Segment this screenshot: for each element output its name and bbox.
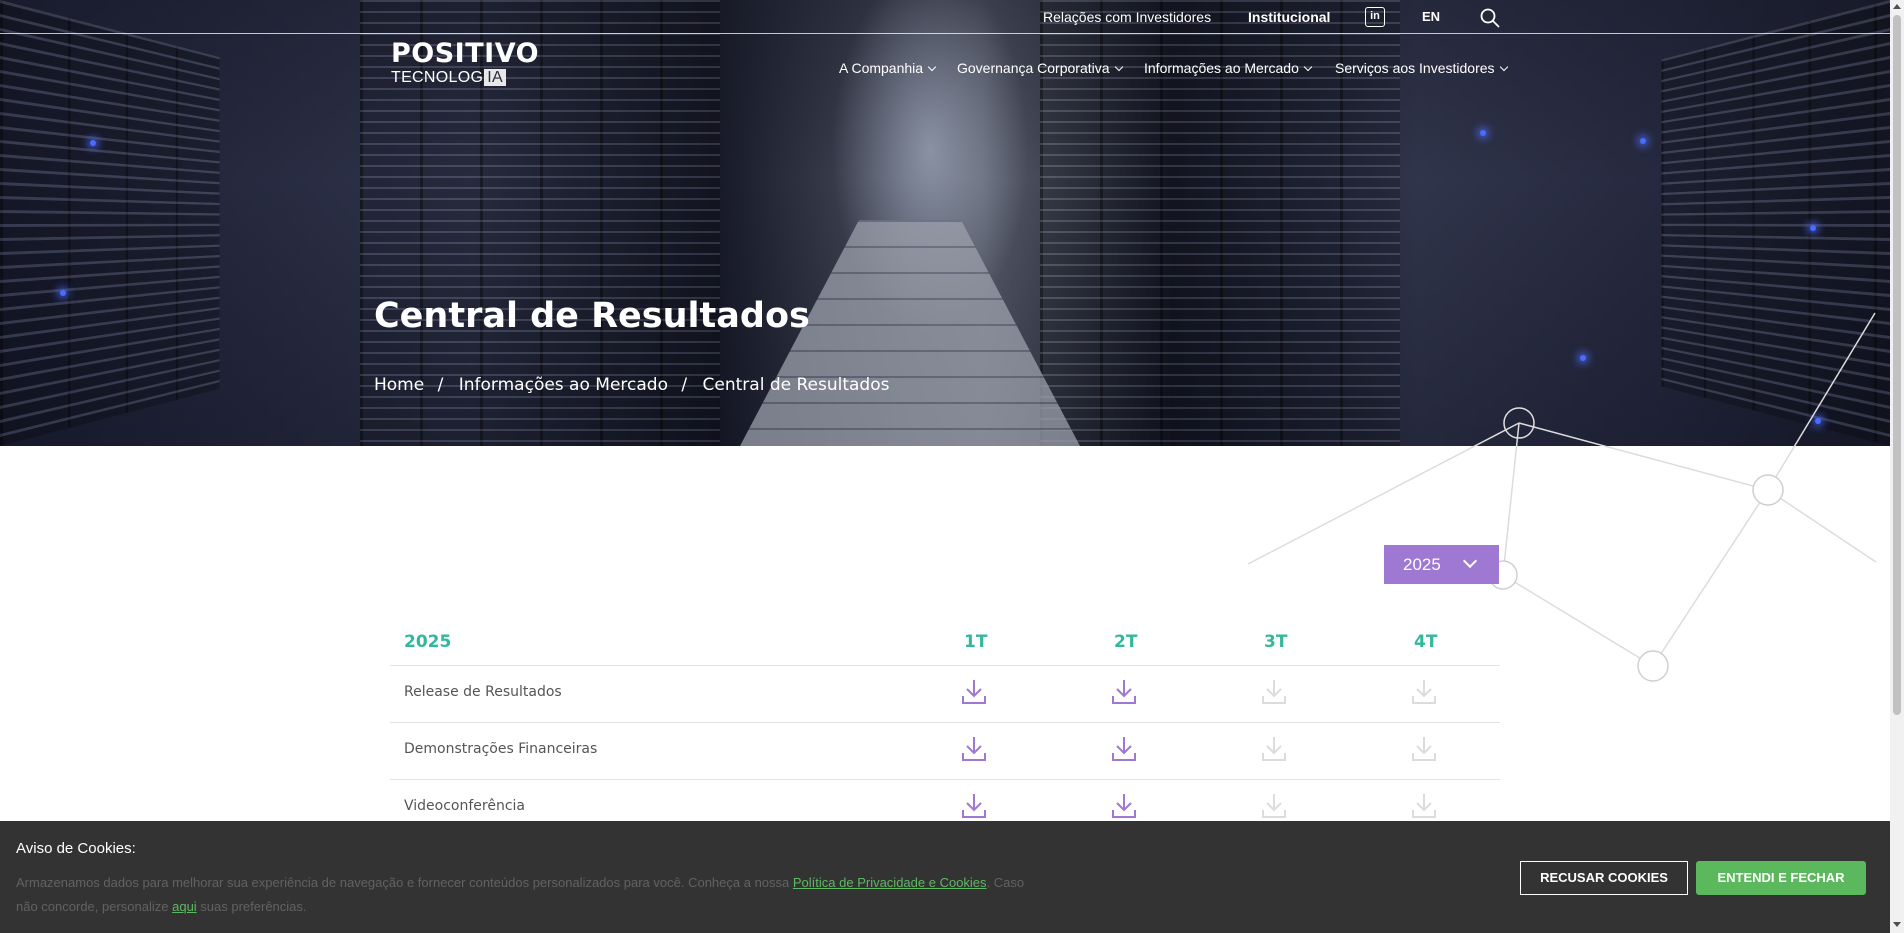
server-led: [90, 140, 96, 146]
download-icon: [1262, 737, 1286, 761]
search-icon[interactable]: [1479, 7, 1501, 29]
nav-item-governanca[interactable]: Governança Corporativa: [957, 60, 1123, 76]
nav-item-label: Governança Corporativa: [957, 60, 1110, 76]
logo-subtitle: TECNOLOG IA: [391, 69, 539, 87]
table-row: Release de Resultados: [390, 666, 1500, 723]
quarter-header: 3T: [1264, 632, 1288, 652]
logo-ia-badge: IA: [484, 69, 506, 86]
table-header-row: 2025 1T 2T 3T 4T: [390, 620, 1500, 666]
server-led: [1810, 225, 1816, 231]
logo-wordmark: POSITIVO: [391, 38, 540, 69]
breadcrumb-current: Central de Resultados: [702, 375, 890, 395]
server-led: [1480, 130, 1486, 136]
scroll-down-arrow-icon[interactable]: [1893, 922, 1901, 927]
year-select-value: 2025: [1403, 555, 1441, 574]
quarter-header: 4T: [1414, 632, 1438, 652]
download-icon[interactable]: [961, 735, 987, 763]
nav-item-a-companhia[interactable]: A Companhia: [839, 60, 937, 76]
breadcrumb-informacoes[interactable]: Informações ao Mercado: [459, 375, 668, 395]
top-bar: Relações com Investidores Institucional …: [0, 0, 1890, 34]
chevron-down-icon: [1114, 62, 1123, 72]
results-table: 2025 1T 2T 3T 4T Release de Resultados D…: [390, 620, 1500, 837]
customize-link[interactable]: aqui: [172, 899, 197, 914]
investor-relations-link[interactable]: Relações com Investidores: [1043, 9, 1211, 25]
download-icon[interactable]: [1111, 678, 1137, 706]
nav-item-label: A Companhia: [839, 60, 924, 76]
server-rack-image: [0, 0, 220, 446]
nav-item-label: Informações ao Mercado: [1144, 60, 1299, 76]
page-title: Central de Resultados: [374, 296, 810, 336]
chevron-down-icon: [1462, 553, 1478, 569]
cookie-text-end: suas preferências.: [196, 899, 307, 914]
institutional-link[interactable]: Institucional: [1248, 9, 1330, 25]
privacy-policy-link[interactable]: Política de Privacidade e Cookies: [793, 875, 987, 890]
row-label: Release de Resultados: [404, 684, 562, 700]
nav-item-servicos[interactable]: Serviços aos Investidores: [1335, 60, 1508, 76]
scrollbar-thumb[interactable]: [1893, 15, 1901, 715]
breadcrumb-separator: /: [437, 375, 444, 395]
nav-item-informacoes[interactable]: Informações ao Mercado: [1144, 60, 1313, 76]
quarter-header: 2T: [1114, 632, 1138, 652]
cookie-text-intro: Armazenamos dados para melhorar sua expe…: [16, 875, 793, 890]
server-led: [60, 290, 66, 296]
download-icon[interactable]: [1111, 735, 1137, 763]
company-logo[interactable]: POSITIVO TECNOLOG IA: [391, 40, 539, 87]
chevron-down-icon: [927, 62, 937, 72]
year-select[interactable]: 2025: [1384, 545, 1499, 584]
language-switch[interactable]: EN: [1422, 9, 1440, 24]
table-row: Demonstrações Financeiras: [390, 723, 1500, 780]
linkedin-icon[interactable]: in: [1365, 7, 1385, 27]
cookie-text: Armazenamos dados para melhorar sua expe…: [16, 871, 1036, 919]
chevron-down-icon: [1303, 62, 1313, 72]
scroll-up-arrow-icon[interactable]: [1893, 4, 1901, 9]
cookie-title: Aviso de Cookies:: [16, 840, 136, 857]
quarter-header: 1T: [964, 632, 988, 652]
download-icon: [1412, 680, 1436, 704]
download-icon[interactable]: [1111, 792, 1137, 820]
accept-cookies-button[interactable]: ENTENDI E FECHAR: [1696, 861, 1866, 895]
breadcrumb: Home / Informações ao Mercado / Central …: [374, 375, 897, 395]
cookie-banner: Aviso de Cookies: Armazenamos dados para…: [0, 821, 1890, 933]
chevron-down-icon: [1499, 62, 1508, 72]
server-led: [1640, 138, 1646, 144]
download-icon: [1412, 794, 1436, 818]
download-icon[interactable]: [961, 678, 987, 706]
refuse-cookies-button[interactable]: RECUSAR COOKIES: [1520, 861, 1688, 895]
download-icon: [1412, 737, 1436, 761]
breadcrumb-home[interactable]: Home: [374, 375, 424, 395]
nav-item-label: Serviços aos Investidores: [1335, 60, 1495, 76]
scrollbar[interactable]: [1890, 0, 1904, 933]
breadcrumb-separator: /: [681, 375, 688, 395]
row-label: Demonstrações Financeiras: [404, 741, 598, 757]
download-icon[interactable]: [961, 792, 987, 820]
row-label: Videoconferência: [404, 798, 526, 814]
table-year-header: 2025: [404, 632, 452, 652]
download-icon: [1262, 680, 1286, 704]
download-icon: [1262, 794, 1286, 818]
logo-subtitle-text: TECNOLOG: [391, 69, 484, 86]
